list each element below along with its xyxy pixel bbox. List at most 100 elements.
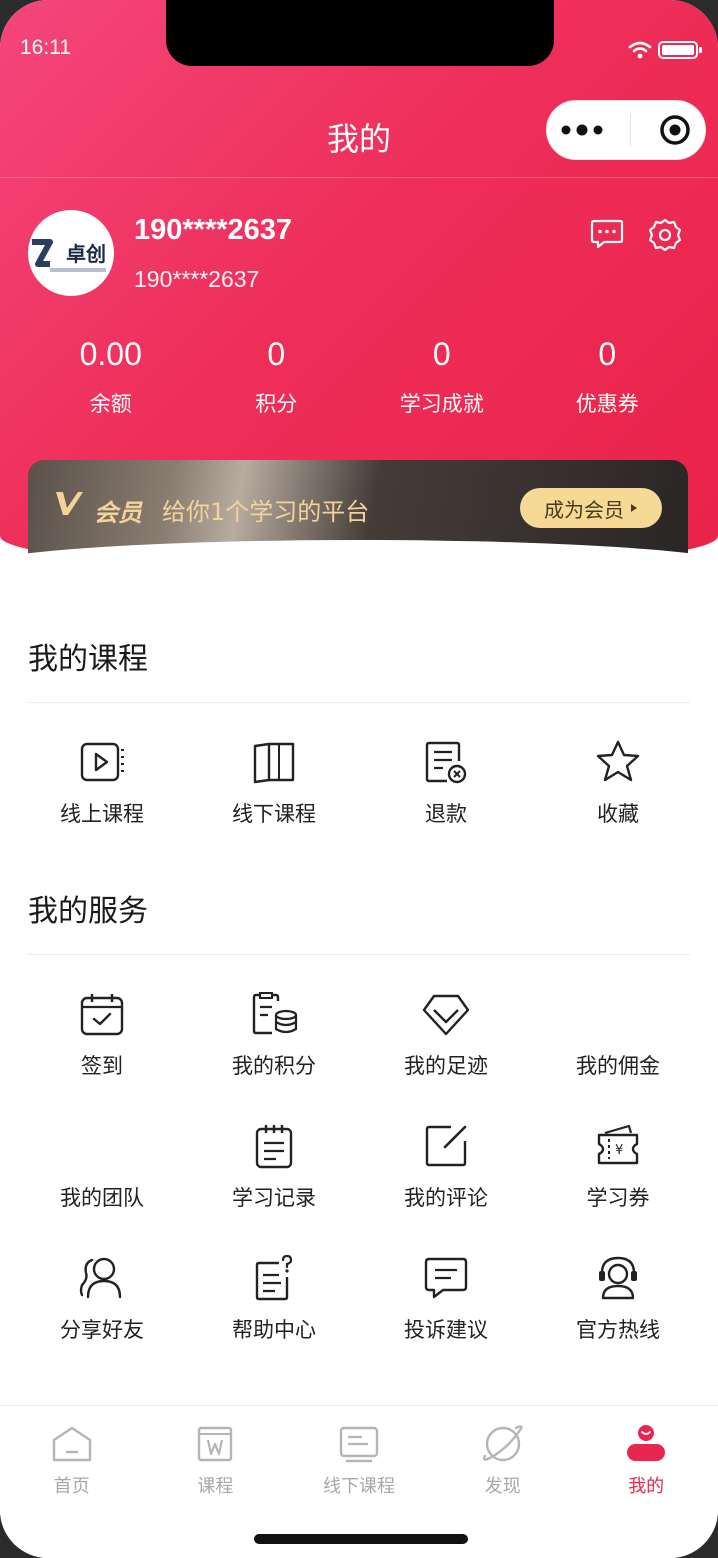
book-icon <box>253 742 295 784</box>
nav-divider <box>0 177 718 178</box>
video-icon <box>80 742 124 782</box>
section-divider <box>28 954 690 955</box>
service-study-ticket[interactable]: ¥ 学习券 <box>532 1122 704 1212</box>
settings-button[interactable] <box>648 218 682 256</box>
blank-icon <box>594 990 642 1038</box>
star-icon <box>596 740 640 782</box>
user-name: 190****2637 <box>134 214 293 246</box>
grid-label: 退款 <box>425 802 467 826</box>
grid-label: 投诉建议 <box>404 1318 488 1342</box>
grid-label: 线上课程 <box>60 802 144 826</box>
stat-value: 0 <box>432 336 451 372</box>
home-icon <box>52 1426 91 1462</box>
stat-coupons[interactable]: 0 优惠券 <box>525 336 691 418</box>
service-checkin[interactable]: 签到 <box>16 990 188 1080</box>
grid-label: 收藏 <box>597 802 639 826</box>
mini-program-capsule <box>546 100 706 160</box>
battery-icon <box>658 41 702 59</box>
course-offline[interactable]: 线下课程 <box>188 738 360 828</box>
stat-label: 学习成就 <box>399 392 484 416</box>
message-button[interactable] <box>590 218 624 254</box>
stat-label: 积分 <box>255 392 298 416</box>
service-points[interactable]: 我的积分 <box>188 990 360 1080</box>
ticket-icon: ¥ <box>597 1124 639 1165</box>
service-share[interactable]: 分享好友 <box>16 1254 188 1344</box>
vip-v-icon <box>56 492 83 515</box>
tab-discover[interactable]: 发现 <box>431 1424 575 1498</box>
grid-label: 学习券 <box>586 1186 650 1210</box>
grid-label: 学习记录 <box>232 1186 316 1210</box>
grid-label: 分享好友 <box>60 1318 144 1342</box>
edit-icon <box>425 1125 467 1167</box>
headset-icon <box>599 1256 637 1300</box>
tab-offline[interactable]: 线下课程 <box>287 1424 431 1498</box>
users-icon <box>79 1257 122 1299</box>
tab-mine[interactable]: 我的 <box>574 1424 718 1498</box>
tab-label: 发现 <box>484 1476 521 1497</box>
wifi-icon <box>628 41 652 59</box>
tab-label: 首页 <box>53 1476 90 1497</box>
offline-icon <box>339 1426 379 1463</box>
course-icon <box>198 1426 233 1462</box>
service-team[interactable]: 我的团队 <box>16 1122 188 1212</box>
section-title-courses: 我的课程 <box>28 642 148 677</box>
course-refund[interactable]: 退款 <box>360 738 532 828</box>
service-comments[interactable]: 我的评论 <box>360 1122 532 1212</box>
capsule-divider <box>630 114 632 146</box>
calendar-check-icon <box>80 994 124 1036</box>
grid-label: 我的评论 <box>404 1186 488 1210</box>
svg-text:¥: ¥ <box>615 1143 623 1158</box>
service-study-record[interactable]: 学习记录 <box>188 1122 360 1212</box>
service-help[interactable]: 帮助中心 <box>188 1254 360 1344</box>
status-icons <box>628 40 704 60</box>
stat-value: 0.00 <box>79 336 142 372</box>
tab-home[interactable]: 首页 <box>0 1424 144 1498</box>
stats-row: 0.00 余额 0 积分 0 学习成就 0 优惠券 <box>28 336 690 418</box>
home-indicator <box>254 1534 468 1544</box>
grid-label: 帮助中心 <box>232 1318 316 1342</box>
tab-course[interactable]: 课程 <box>144 1424 288 1498</box>
profile-icon <box>627 1425 666 1461</box>
status-time: 16:11 <box>20 36 71 59</box>
caret-right-icon <box>631 504 637 512</box>
course-favorites[interactable]: 收藏 <box>532 738 704 828</box>
grid-label: 我的足迹 <box>404 1054 488 1078</box>
gear-icon <box>648 218 682 252</box>
close-target-icon[interactable] <box>658 113 692 147</box>
grid-label: 签到 <box>81 1054 123 1078</box>
grid-label: 线下课程 <box>232 802 316 826</box>
stat-label: 余额 <box>89 392 132 416</box>
avatar[interactable]: 卓创 <box>28 210 114 296</box>
service-commission[interactable]: 我的佣金 <box>532 990 704 1080</box>
stat-label: 优惠券 <box>575 392 639 416</box>
user-phone: 190****2637 <box>134 266 260 292</box>
become-member-label: 成为会员 <box>544 497 624 522</box>
help-doc-icon <box>255 1255 293 1301</box>
clipboard-icon <box>255 1125 293 1169</box>
refund-icon <box>425 741 467 784</box>
planet-icon <box>482 1425 523 1462</box>
course-online[interactable]: 线上课程 <box>16 738 188 828</box>
grid-label: 官方热线 <box>576 1318 660 1342</box>
stat-points[interactable]: 0 积分 <box>194 336 360 418</box>
service-feedback[interactable]: 投诉建议 <box>360 1254 532 1344</box>
more-icon[interactable] <box>560 124 604 136</box>
grid-label: 我的团队 <box>60 1186 144 1210</box>
section-divider <box>28 702 690 703</box>
svg-text:卓创: 卓创 <box>66 242 106 266</box>
tab-label: 我的 <box>628 1476 665 1497</box>
tab-label: 课程 <box>197 1476 234 1497</box>
service-hotline[interactable]: 官方热线 <box>532 1254 704 1344</box>
blank-icon <box>78 1122 126 1170</box>
tab-label: 线下课程 <box>322 1476 395 1497</box>
diamond-icon <box>422 994 470 1036</box>
service-footprint[interactable]: 我的足迹 <box>360 990 532 1080</box>
become-member-button[interactable]: 成为会员 <box>520 488 662 528</box>
section-title-services: 我的服务 <box>28 894 148 929</box>
vip-slogan: 给你1个学习的平台 <box>162 498 370 526</box>
stat-value: 0 <box>267 336 286 372</box>
device-notch <box>166 0 554 66</box>
points-icon <box>252 992 298 1035</box>
stat-achievements[interactable]: 0 学习成就 <box>359 336 525 418</box>
stat-balance[interactable]: 0.00 余额 <box>28 336 194 418</box>
